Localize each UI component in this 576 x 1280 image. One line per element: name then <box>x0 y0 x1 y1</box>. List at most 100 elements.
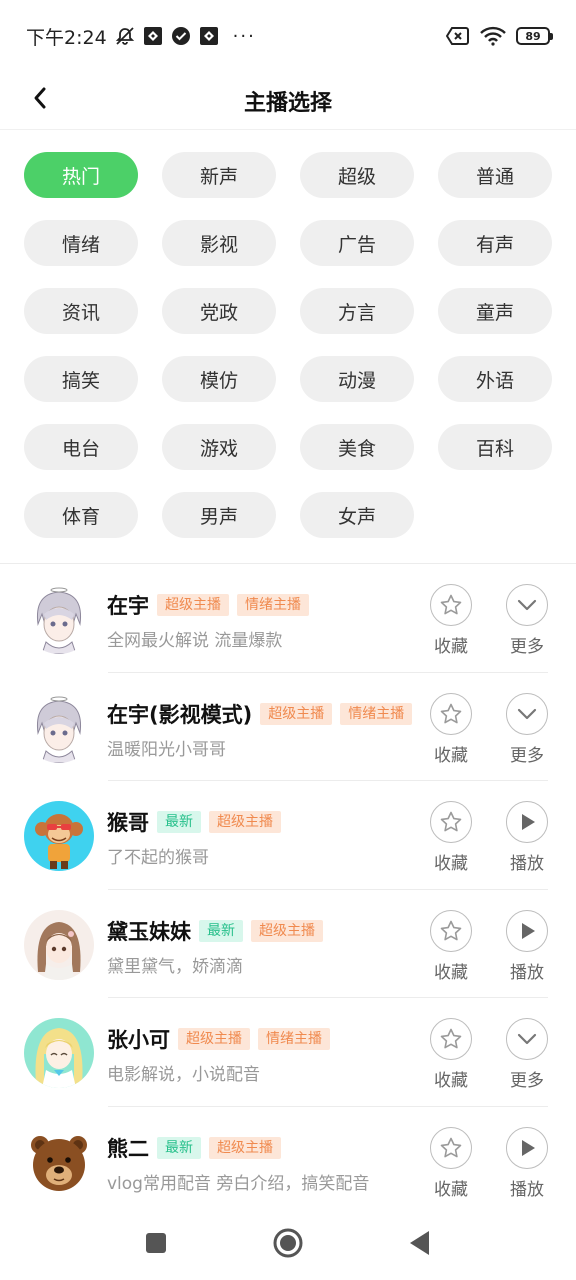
alarm-off-icon <box>115 26 135 46</box>
category-chip[interactable]: 电台 <box>24 424 138 470</box>
play-button[interactable]: 播放 <box>505 801 549 874</box>
anchor-tag: 最新 <box>157 1136 201 1159</box>
favorite-label: 收藏 <box>434 1179 468 1200</box>
back-nav-button[interactable] <box>404 1229 436 1261</box>
favorite-label: 收藏 <box>434 1071 468 1091</box>
favorite-button[interactable]: 收藏 <box>429 909 473 983</box>
favorite-label: 收藏 <box>434 745 468 766</box>
category-chip[interactable]: 普通 <box>438 152 552 198</box>
anchor-list-item[interactable]: 黛玉妹妹 最新 超级主播 黛里黛气，娇滴滴 收藏 播放 <box>0 890 576 998</box>
wifi-icon <box>480 26 506 46</box>
category-chip[interactable]: 百科 <box>438 424 552 470</box>
category-chip[interactable]: 影视 <box>162 220 276 266</box>
anchor-tag: 情绪主播 <box>340 702 413 725</box>
category-chip[interactable]: 模仿 <box>162 356 276 402</box>
category-chip[interactable]: 有声 <box>438 220 552 266</box>
status-right: 89 <box>446 26 553 46</box>
category-chip[interactable]: 党政 <box>162 288 276 334</box>
anchor-tag: 超级主播 <box>260 702 333 725</box>
category-chip[interactable]: 热门 <box>24 152 138 198</box>
favorite-button[interactable]: 收藏 <box>429 801 473 874</box>
more-button[interactable]: 更多 <box>505 584 549 657</box>
more-button[interactable]: 更多 <box>505 692 549 766</box>
anchor-title-line: 张小可 超级主播 情绪主播 <box>107 1024 419 1054</box>
anchor-name: 在宇 <box>107 594 149 618</box>
favorite-button[interactable]: 收藏 <box>429 692 473 766</box>
category-chip[interactable]: 资讯 <box>24 288 138 334</box>
category-chip[interactable]: 游戏 <box>162 424 276 470</box>
category-chip[interactable]: 男声 <box>162 492 276 538</box>
status-left: 下午2:24 ··· <box>26 23 256 50</box>
sim-off-icon <box>446 26 470 46</box>
anchor-description: vlog常用配音 旁白介绍，搞笑配音 <box>107 1173 370 1194</box>
home-button[interactable] <box>272 1227 304 1263</box>
favorite-label: 收藏 <box>434 962 468 983</box>
chevron-left-icon <box>32 86 48 114</box>
anchor-list-item[interactable]: 张小可 超级主播 情绪主播 电影解说，小说配音 收藏 更多 <box>0 998 576 1107</box>
anchor-title-line: 在宇 超级主播 情绪主播 <box>107 590 419 620</box>
more-button[interactable]: 更多 <box>505 1018 549 1091</box>
star-icon <box>430 584 472 626</box>
chevron-down-icon <box>506 1018 548 1060</box>
app-notification-icon <box>199 26 219 46</box>
anchor-list-item[interactable]: 在宇 超级主播 情绪主播全网最火解说 流量爆款 收藏 更多 <box>0 564 576 673</box>
favorite-button[interactable]: 收藏 <box>429 1018 473 1091</box>
anchor-list-item[interactable]: 熊二 最新 超级主播 vlog常用配音 旁白介绍，搞笑配音 收藏 播放 <box>0 1107 576 1216</box>
category-chip[interactable]: 方言 <box>300 288 414 334</box>
play-icon <box>506 1126 548 1169</box>
play-label: 播放 <box>510 854 544 874</box>
category-chip[interactable]: 搞笑 <box>24 356 138 402</box>
anchor-tag: 最新 <box>157 811 201 833</box>
category-chip[interactable]: 动漫 <box>300 356 414 402</box>
more-label: 更多 <box>510 1071 544 1091</box>
more-label: 更多 <box>510 637 544 657</box>
category-chip[interactable]: 童声 <box>438 288 552 334</box>
anchor-name: 在宇(影视模式) <box>107 702 253 727</box>
star-icon <box>430 1126 472 1169</box>
favorite-button[interactable]: 收藏 <box>429 1126 473 1200</box>
anchor-tag: 超级主播 <box>178 1028 250 1050</box>
favorite-label: 收藏 <box>434 854 468 874</box>
system-nav-bar <box>0 1210 576 1280</box>
anchor-name: 张小可 <box>107 1028 170 1052</box>
anchor-tag: 超级主播 <box>209 811 281 833</box>
anchor-tag: 超级主播 <box>209 1136 281 1159</box>
back-triangle-icon <box>408 1230 432 1260</box>
anchor-list-item[interactable]: 猴哥 最新 超级主播了不起的猴哥 收藏 播放 <box>0 781 576 890</box>
category-chip[interactable]: 外语 <box>438 356 552 402</box>
square-icon <box>144 1231 168 1259</box>
app-notification-icon <box>143 26 163 46</box>
anchor-list-item[interactable]: 在宇(影视模式) 超级主播 情绪主播温暖阳光小哥哥 收藏 更多 <box>0 673 576 781</box>
back-button[interactable] <box>24 80 56 120</box>
anime-boy-avatar <box>24 584 94 654</box>
category-chip[interactable]: 新声 <box>162 152 276 198</box>
home-circle-icon <box>272 1227 304 1263</box>
anchor-title-line: 熊二 最新 超级主播 <box>107 1133 419 1163</box>
anchor-description: 了不起的猴哥 <box>107 848 209 868</box>
anchor-description: 全网最火解说 流量爆款 <box>107 631 283 651</box>
bear-avatar <box>24 1126 94 1197</box>
play-button[interactable]: 播放 <box>505 1126 549 1200</box>
category-chip[interactable]: 超级 <box>300 152 414 198</box>
category-chip[interactable]: 广告 <box>300 220 414 266</box>
recent-apps-button[interactable] <box>140 1229 172 1261</box>
favorite-button[interactable]: 收藏 <box>429 584 473 657</box>
play-label: 播放 <box>510 1179 544 1200</box>
status-time: 下午2:24 <box>26 26 107 49</box>
battery-icon: 89 <box>516 27 553 45</box>
anime-boy-avatar <box>24 692 94 763</box>
category-chip[interactable]: 美食 <box>300 424 414 470</box>
play-label: 播放 <box>510 962 544 983</box>
anchor-title-line: 黛玉妹妹 最新 超级主播 <box>107 916 419 946</box>
category-chip[interactable]: 情绪 <box>24 220 138 266</box>
category-chip[interactable]: 女声 <box>300 492 414 538</box>
category-chip[interactable]: 体育 <box>24 492 138 538</box>
header: 主播选择 <box>0 72 576 130</box>
anchor-description: 温暖阳光小哥哥 <box>107 739 226 760</box>
anchor-tag: 超级主播 <box>251 919 323 942</box>
anchor-title-line: 猴哥 最新 超级主播 <box>107 807 419 837</box>
more-notifications-indicator: ··· <box>232 25 256 47</box>
play-button[interactable]: 播放 <box>505 909 549 983</box>
anchor-title-line: 在宇(影视模式) 超级主播 情绪主播 <box>107 699 419 729</box>
play-icon <box>506 909 548 952</box>
